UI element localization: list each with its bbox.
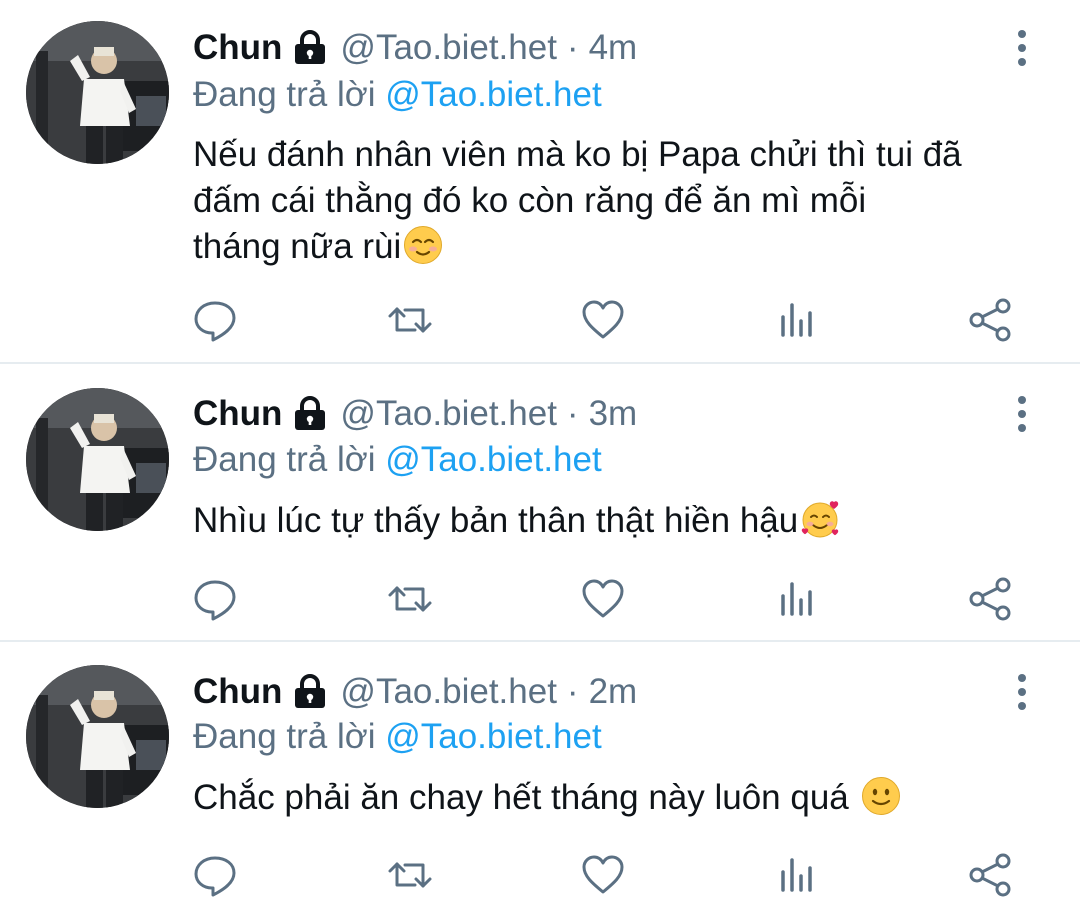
separator-dot: · [566, 394, 579, 433]
replying-to: Đang trả lời @Tao.biet.het [193, 438, 602, 482]
tweet-header: Chun @Tao.biet.het · 3m [193, 392, 637, 436]
share-icon[interactable] [966, 295, 1016, 345]
share-icon[interactable] [966, 574, 1016, 624]
lock-icon [292, 30, 328, 66]
share-icon[interactable] [966, 850, 1016, 900]
retweet-icon[interactable] [385, 574, 435, 624]
like-heart-icon[interactable] [578, 850, 628, 900]
separator-dot: · [566, 672, 579, 711]
more-vertical-icon[interactable] [1007, 26, 1037, 70]
tweet-text-fragment: Nhìu lúc tự thấy bản thân thật hiền hậu [193, 501, 799, 540]
reply-mention-link[interactable]: @Tao.biet.het [385, 717, 602, 756]
avatar[interactable] [26, 665, 169, 808]
tweet-text-line-last: Nhìu lúc tự thấy bản thân thật hiền hậu [193, 498, 1053, 544]
tweet-actions [0, 295, 1080, 345]
tweet-text: Nếu đánh nhân viên mà ko bị Papa chửi th… [193, 132, 1053, 270]
user-handle[interactable]: @Tao.biet.het [340, 670, 557, 714]
tweet-text-line: Nếu đánh nhân viên mà ko bị Papa chửi th… [193, 135, 962, 174]
display-name[interactable]: Chun [193, 26, 282, 70]
timestamp[interactable]: 3m [589, 392, 638, 436]
tweet-text-fragment: Chắc phải ăn chay hết tháng này luôn quá [193, 778, 859, 817]
display-name[interactable]: Chun [193, 670, 282, 714]
timestamp[interactable]: 4m [589, 26, 638, 70]
smile-emoji-icon [861, 776, 901, 816]
reply-icon[interactable] [190, 295, 240, 345]
display-name[interactable]: Chun [193, 392, 282, 436]
replying-to-label: Đang trả lời [193, 717, 376, 756]
lock-icon [292, 396, 328, 432]
avatar-photo [26, 21, 169, 164]
lock-icon [292, 674, 328, 710]
hearts-emoji-icon [800, 499, 840, 539]
user-handle[interactable]: @Tao.biet.het [340, 392, 557, 436]
analytics-icon[interactable] [772, 574, 822, 624]
more-vertical-icon[interactable] [1007, 670, 1037, 714]
avatar[interactable] [26, 21, 169, 164]
avatar-photo [26, 388, 169, 531]
avatar[interactable] [26, 388, 169, 531]
reply-mention-link[interactable]: @Tao.biet.het [385, 75, 602, 114]
tweet-2[interactable]: Chun @Tao.biet.het · 3m Đang trả lời @Ta… [0, 364, 1080, 640]
separator-dot: · [566, 28, 579, 67]
avatar-photo [26, 665, 169, 808]
timeline-feed: Chun @Tao.biet.het · 4m Đang trả lời @Ta… [0, 0, 1080, 907]
tweet-text: Chắc phải ăn chay hết tháng này luôn quá [193, 775, 1053, 821]
analytics-icon[interactable] [772, 295, 822, 345]
replying-to-label: Đang trả lời [193, 75, 376, 114]
tweet-text-line: đấm cái thằng đó ko còn răng để ăn mì mỗ… [193, 181, 867, 220]
tweet-actions [0, 574, 1080, 624]
replying-to-label: Đang trả lời [193, 440, 376, 479]
retweet-icon[interactable] [385, 850, 435, 900]
user-handle[interactable]: @Tao.biet.het [340, 26, 557, 70]
retweet-icon[interactable] [385, 295, 435, 345]
like-heart-icon[interactable] [578, 295, 628, 345]
tweet-1[interactable]: Chun @Tao.biet.het · 4m Đang trả lời @Ta… [0, 0, 1080, 362]
tweet-text-line-last: Chắc phải ăn chay hết tháng này luôn quá [193, 775, 1053, 821]
tweet-header: Chun @Tao.biet.het · 4m [193, 26, 637, 70]
tweet-header: Chun @Tao.biet.het · 2m [193, 670, 637, 714]
more-vertical-icon[interactable] [1007, 392, 1037, 436]
reply-icon[interactable] [190, 850, 240, 900]
tweet-text-line-last: tháng nữa rùi [193, 224, 1053, 270]
reply-mention-link[interactable]: @Tao.biet.het [385, 440, 602, 479]
replying-to: Đang trả lời @Tao.biet.het [193, 73, 602, 117]
replying-to: Đang trả lời @Tao.biet.het [193, 715, 602, 759]
reply-icon[interactable] [190, 574, 240, 624]
tweet-text-fragment: tháng nữa rùi [193, 227, 402, 266]
like-heart-icon[interactable] [578, 574, 628, 624]
timestamp[interactable]: 2m [589, 670, 638, 714]
tweet-text: Nhìu lúc tự thấy bản thân thật hiền hậu [193, 498, 1053, 544]
blush-emoji-icon [403, 225, 443, 265]
tweet-actions [0, 850, 1080, 900]
tweet-3[interactable]: Chun @Tao.biet.het · 2m Đang trả lời @Ta… [0, 642, 1080, 907]
analytics-icon[interactable] [772, 850, 822, 900]
